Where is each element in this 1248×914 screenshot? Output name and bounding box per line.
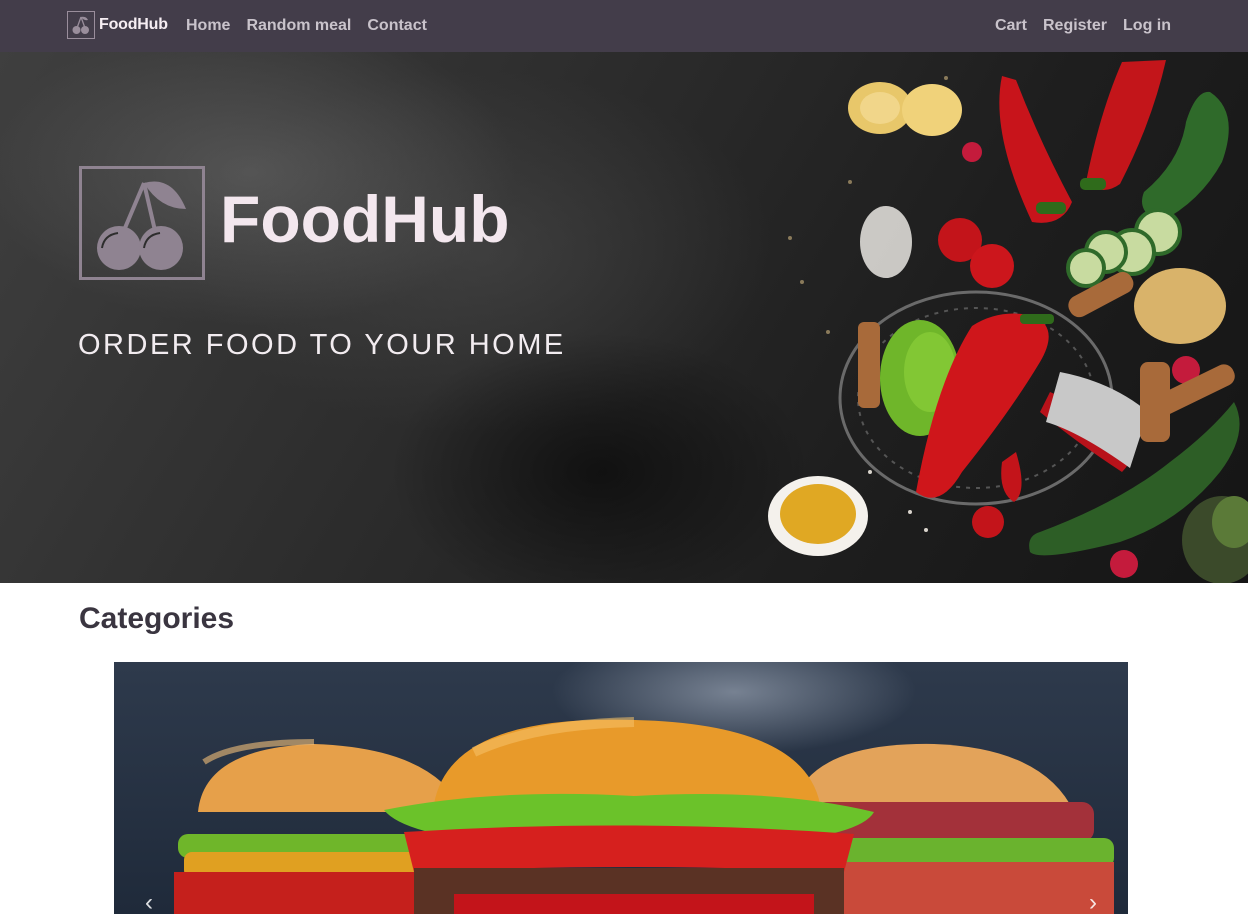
- navbar: FoodHub Home Random meal Contact Cart Re…: [0, 0, 1248, 52]
- chevron-left-icon[interactable]: ‹: [134, 888, 164, 914]
- nav-home[interactable]: Home: [186, 17, 230, 35]
- categories-heading: Categories: [79, 602, 235, 635]
- nav-login[interactable]: Log in: [1123, 17, 1171, 35]
- nav-left: Home Random meal Contact: [186, 0, 443, 52]
- brand-name: FoodHub: [99, 16, 168, 33]
- vegetables-illustration: [768, 60, 1248, 583]
- hero-title: FoodHub: [220, 182, 510, 256]
- hero-logo: [79, 166, 205, 280]
- hero-tagline: ORDER FOOD TO YOUR HOME: [78, 329, 566, 361]
- nav-right: Cart Register Log in: [995, 0, 1171, 52]
- categories-carousel[interactable]: ‹ ›: [114, 662, 1128, 914]
- hero-banner: FoodHub ORDER FOOD TO YOUR HOME: [0, 52, 1248, 583]
- cherry-icon: [67, 11, 95, 39]
- nav-random-meal[interactable]: Random meal: [246, 17, 351, 35]
- nav-contact[interactable]: Contact: [367, 17, 427, 35]
- chevron-right-icon[interactable]: ›: [1078, 888, 1108, 914]
- burgers-image: [174, 717, 1114, 914]
- nav-cart[interactable]: Cart: [995, 17, 1027, 35]
- cherry-icon: [97, 181, 186, 270]
- nav-register[interactable]: Register: [1043, 17, 1107, 35]
- brand-link[interactable]: FoodHub: [67, 11, 168, 39]
